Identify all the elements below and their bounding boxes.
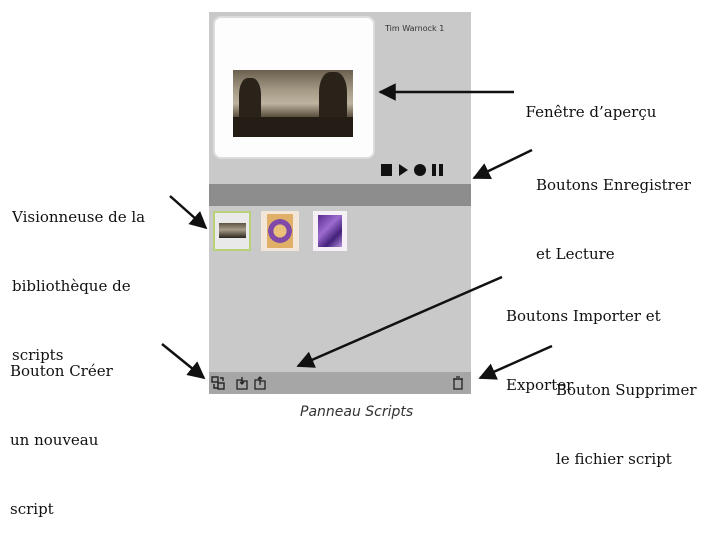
arrow-record-play	[472, 148, 533, 180]
arrow-import-export	[296, 275, 503, 368]
callout-library-viewer-line2: bibliothèque de	[12, 277, 131, 295]
callout-create-script: Bouton Créer un nouveau script	[10, 314, 113, 544]
callout-preview-window: Fenêtre d’aperçu	[516, 78, 657, 124]
callout-preview-window-text: Fenêtre d’aperçu	[525, 103, 657, 121]
callout-import-export-line1: Boutons Importer et	[506, 307, 661, 325]
arrow-create-script	[161, 343, 206, 380]
callout-library-viewer-line1: Visionneuse de la	[12, 208, 146, 226]
callout-delete-script: Bouton Supprimer le fichier script	[556, 333, 697, 494]
callout-create-script-line1: Bouton Créer	[10, 362, 113, 380]
callout-create-script-line3: script	[10, 500, 54, 518]
callout-create-script-line2: un nouveau	[10, 431, 99, 449]
callout-delete-script-line2: le fichier script	[556, 450, 672, 468]
figure-caption: Panneau Scripts	[300, 404, 414, 420]
arrow-library-viewer	[169, 195, 208, 230]
callout-record-play-line1: Boutons Enregistrer	[536, 176, 691, 194]
callout-delete-script-line1: Bouton Supprimer	[556, 381, 697, 399]
